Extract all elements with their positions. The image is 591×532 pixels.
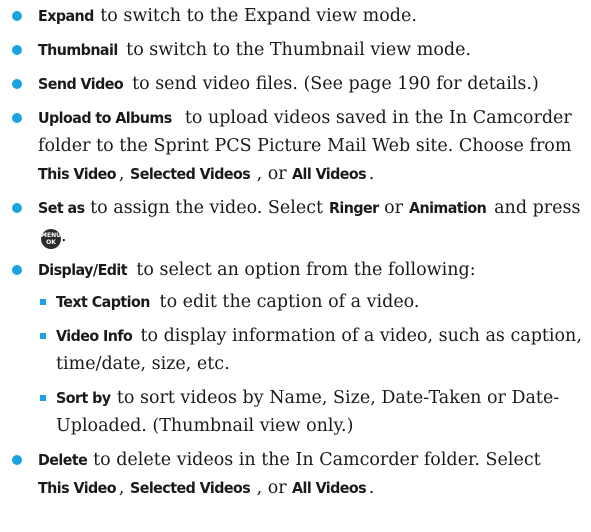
period: . [368,478,375,498]
item-description: to assign the video. Select [84,198,329,218]
sub-bullet-icon [40,395,46,401]
term-label: Display/Edit [38,261,128,279]
item-description: to send video files. (See page 190 for d… [126,74,539,94]
list-item-send-video: Send Video to send video files. (See pag… [10,70,585,98]
item-description: to edit the caption of a video. [153,292,420,312]
menu-key-line2: OK [46,239,56,246]
term-label: Upload to Albums [38,109,172,127]
bullet-icon [12,113,22,123]
term-label: Video Info [56,327,133,345]
option-this-video: This Video [38,165,117,183]
sublist-item-video-info: Video Info to display information of a v… [10,322,585,378]
item-description: to display information of a video, such … [56,326,582,374]
bullet-icon [12,45,22,55]
term-label: Sort by [56,389,111,407]
menu-ok-key-icon: MENU OK [41,229,61,249]
item-description: to sort videos by Name, Size, Date-Taken… [56,388,560,436]
term-label: Text Caption [56,293,150,311]
period: . [368,164,375,184]
sublist-item-text-caption: Text Caption to edit the caption of a vi… [10,288,585,316]
option-list: Expand to switch to the Expand view mode… [10,2,585,508]
item-description: to delete videos in the In Camcorder fol… [87,450,541,470]
term-label: Set as [38,199,85,217]
sublist-item-sort-by: Sort by to sort videos by Name, Size, Da… [10,384,585,440]
separator: , or [256,478,293,498]
list-item-set-as: Set as to assign the video. Select Ringe… [10,194,585,250]
option-selected-videos: Selected Videos [129,165,251,183]
bullet-icon [12,455,22,465]
option-animation: Animation [408,199,487,217]
sub-bullet-icon [40,299,46,305]
sub-bullet-icon [40,333,46,339]
separator: or [378,198,409,218]
separator: , [118,164,130,184]
term-label: Expand [38,7,94,25]
item-description: to switch to the Thumbnail view mode. [120,40,471,60]
term-label: Thumbnail [38,41,118,59]
option-ringer: Ringer [328,199,379,217]
list-item-delete: Delete to delete videos in the In Camcor… [10,446,585,502]
manual-page: Expand to switch to the Expand view mode… [0,0,591,532]
bullet-icon [12,203,22,213]
bullet-icon [12,265,22,275]
bullet-icon [12,79,22,89]
item-description: to select an option from the following: [130,260,476,280]
item-description-tail: and press [488,198,581,218]
term-label: Delete [38,451,88,469]
option-this-video: This Video [38,479,117,497]
term-label: Send Video [38,75,124,93]
menu-key-line1: MENU [41,232,61,239]
separator: , or [256,164,293,184]
period: . [61,226,67,246]
list-item-display-edit: Display/Edit to select an option from th… [10,256,585,440]
list-item-upload-to-albums: Upload to Albums to upload videos saved … [10,104,585,188]
display-edit-sublist: Text Caption to edit the caption of a vi… [38,288,585,440]
option-all-videos: All Videos [292,479,367,497]
separator: , [118,478,130,498]
item-description: to switch to the Expand view mode. [94,6,417,26]
list-item-expand: Expand to switch to the Expand view mode… [10,2,585,30]
option-selected-videos: Selected Videos [129,479,251,497]
bullet-icon [12,11,22,21]
option-all-videos: All Videos [292,165,367,183]
list-item-thumbnail: Thumbnail to switch to the Thumbnail vie… [10,36,585,64]
